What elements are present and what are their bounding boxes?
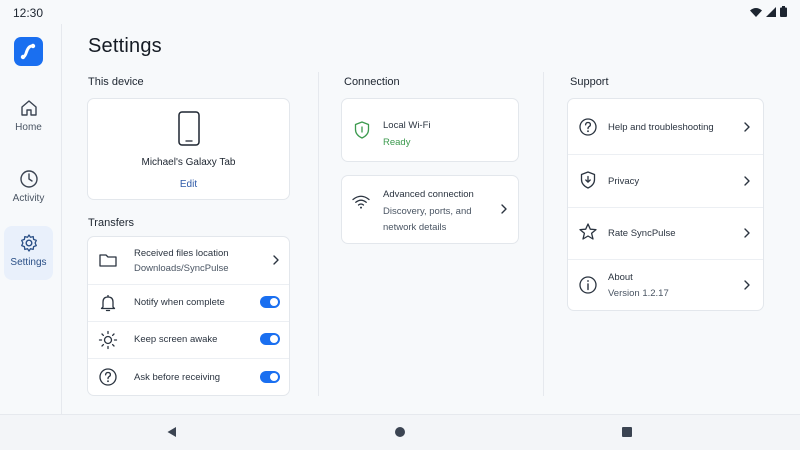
received-files-location-title: Received files location [134,248,229,259]
wifi-icon [750,7,762,17]
about-row[interactable]: About Version 1.2.17 [568,260,763,311]
ask-before-receiving-label: Ask before receiving [134,372,221,383]
help-and-troubleshooting-row[interactable]: Help and troubleshooting [568,99,763,154]
nav-label-home: Home [15,122,42,133]
transfers-card: Received files location Downloads/SyncPu… [87,236,290,396]
device-card: Michael's Galaxy Tab Edit [87,98,290,200]
notify-when-complete-toggle[interactable] [260,296,280,308]
back-icon[interactable] [166,426,178,438]
rate-syncpulse-row[interactable]: Rate SyncPulse [568,208,763,259]
about-label: About [608,272,633,283]
battery-icon [780,6,787,17]
section-title-support: Support [570,76,609,88]
star-icon [578,222,598,242]
nav-item-settings[interactable]: Settings [4,226,53,280]
status-icons [750,6,787,17]
privacy-row[interactable]: Privacy [568,155,763,207]
status-bar: 12:30 [0,0,800,24]
info-icon [578,275,598,295]
shield-icon [352,120,372,140]
support-card: Help and troubleshooting Privacy Rate Sy… [567,98,764,311]
app-logo[interactable] [14,37,43,66]
syncpulse-logo-icon [20,43,36,60]
chevron-right-icon [742,176,752,186]
device-name: Michael's Galaxy Tab [141,157,236,168]
home-circle-icon[interactable] [394,426,406,438]
signal-icon [766,6,776,17]
local-wifi-card[interactable]: Local Wi-Fi Ready [341,98,519,162]
status-time: 12:30 [13,6,44,20]
nav-item-home[interactable]: Home [4,91,53,145]
edit-device-name-button[interactable]: Edit [88,179,289,190]
column-divider [318,72,319,396]
local-wifi-status: Ready [383,137,411,148]
folder-icon [98,250,118,270]
home-icon [19,98,39,118]
shield-download-icon [578,170,598,190]
local-wifi-title: Local Wi-Fi [383,120,431,131]
chevron-right-icon [742,122,752,132]
chevron-right-icon [742,228,752,238]
advanced-connection-line2: network details [383,222,447,233]
system-navigation-bar [0,414,800,450]
nav-item-activity[interactable]: Activity [4,162,53,216]
nav-label-settings: Settings [10,257,47,268]
wifi-icon [351,192,371,212]
ask-before-receiving-toggle[interactable] [260,371,280,383]
tablet-icon [178,111,200,146]
bell-icon [98,293,118,313]
clock-icon [19,169,39,189]
navigation-rail: Home Activity Settings [0,24,62,414]
advanced-connection-line1: Discovery, ports, and [383,206,472,217]
chevron-right-icon [499,204,509,214]
section-title-this-device: This device [88,76,144,88]
nav-label-activity: Activity [12,193,45,204]
page-title: Settings [88,35,162,57]
keep-screen-awake-label: Keep screen awake [134,334,218,345]
section-title-connection: Connection [344,76,400,88]
recents-square-icon[interactable] [621,426,633,438]
chevron-right-icon [271,255,281,265]
notify-when-complete-label: Notify when complete [134,297,225,308]
help-circle-icon [578,117,598,137]
question-icon [98,367,118,387]
keep-screen-awake-toggle[interactable] [260,333,280,345]
advanced-connection-card[interactable]: Advanced connection Discovery, ports, an… [341,175,519,244]
rate-syncpulse-label: Rate SyncPulse [608,228,676,239]
app-version: Version 1.2.17 [608,288,669,299]
help-and-troubleshooting-label: Help and troubleshooting [608,122,714,133]
section-title-transfers: Transfers [88,217,135,229]
advanced-connection-title: Advanced connection [383,189,474,200]
received-files-location-row[interactable]: Received files location Downloads/SyncPu… [88,237,289,284]
notify-when-complete-row: Notify when complete [88,285,289,321]
ask-before-receiving-row: Ask before receiving [88,359,289,396]
keep-screen-awake-row: Keep screen awake [88,322,289,358]
sun-icon [98,330,118,350]
column-divider [543,72,544,396]
privacy-label: Privacy [608,176,640,187]
chevron-right-icon [742,280,752,290]
gear-icon [19,233,39,253]
received-files-location-value: Downloads/SyncPulse [134,263,229,274]
